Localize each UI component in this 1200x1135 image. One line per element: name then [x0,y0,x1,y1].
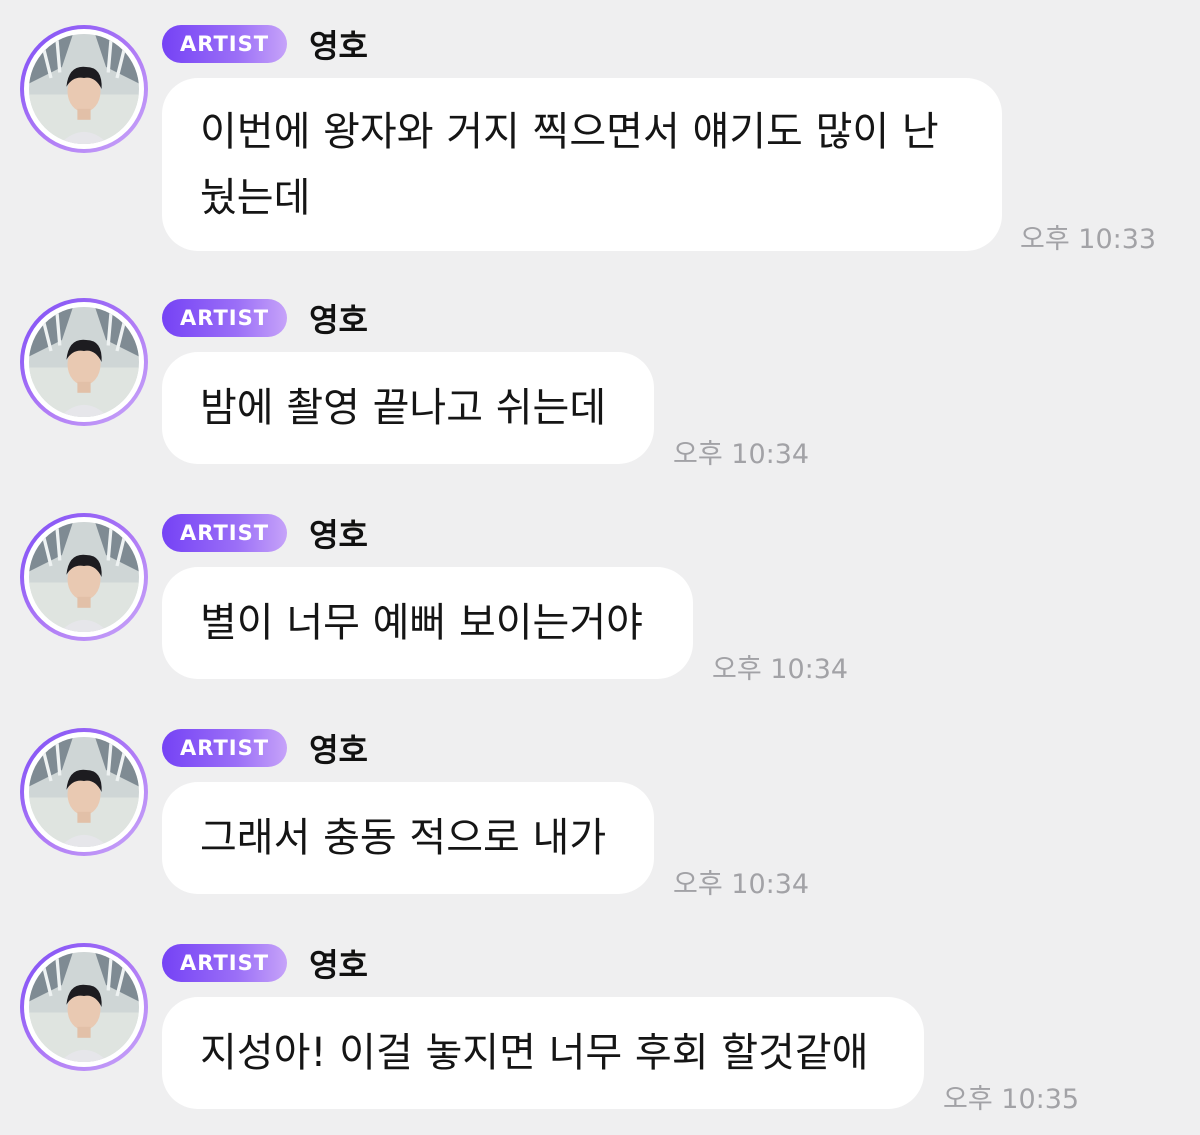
avatar[interactable] [20,298,148,426]
name-row: ARTIST 영호 [162,513,368,554]
artist-badge: ARTIST [162,729,288,767]
artist-badge: ARTIST [162,299,288,337]
message-text: 그래서 충동 적으로 내가 [200,815,607,861]
artist-badge: ARTIST [162,25,288,63]
artist-badge: ARTIST [162,514,288,552]
avatar[interactable] [20,728,148,856]
message-text: 밤에 촬영 끝나고 쉬는데 [200,385,607,431]
message-time: 오후 10:34 [673,439,810,470]
profile-photo-icon [29,737,139,847]
artist-badge: ARTIST [162,944,288,982]
message-text: 지성아! 이걸 놓지면 너무 후회 할것같애 [200,1030,869,1076]
avatar[interactable] [20,513,148,641]
sender-name: 영호 [309,731,368,769]
chat-thread: ARTIST 영호 이번에 왕자와 거지 찍으면서 얘기도 많이 난 눴는데 오… [0,0,1200,1135]
name-row: ARTIST 영호 [162,728,368,769]
message-bubble[interactable]: 이번에 왕자와 거지 찍으면서 얘기도 많이 난 눴는데 [162,78,1002,251]
profile-photo-icon [29,952,139,1062]
sender-name: 영호 [309,946,368,984]
name-row: ARTIST 영호 [162,943,368,984]
message-text: 이번에 왕자와 거지 찍으면서 얘기도 많이 난 눴는데 [200,108,939,221]
message-time: 오후 10:35 [943,1084,1080,1115]
avatar[interactable] [20,25,148,153]
message-time: 오후 10:34 [673,869,810,900]
sender-name: 영호 [309,301,368,339]
message-bubble[interactable]: 밤에 촬영 끝나고 쉬는데 [162,352,654,464]
name-row: ARTIST 영호 [162,298,368,339]
name-row: ARTIST 영호 [162,24,368,65]
message-bubble[interactable]: 별이 너무 예뻐 보이는거야 [162,567,693,679]
message-bubble[interactable]: 지성아! 이걸 놓지면 너무 후회 할것같애 [162,997,924,1109]
message-time: 오후 10:33 [1020,224,1157,255]
message-text: 별이 너무 예뻐 보이는거야 [200,600,643,646]
avatar[interactable] [20,943,148,1071]
sender-name: 영호 [309,516,368,554]
message-bubble[interactable]: 그래서 충동 적으로 내가 [162,782,654,894]
sender-name: 영호 [309,27,368,65]
profile-photo-icon [29,34,139,144]
profile-photo-icon [29,522,139,632]
message-time: 오후 10:34 [712,654,849,685]
profile-photo-icon [29,307,139,417]
